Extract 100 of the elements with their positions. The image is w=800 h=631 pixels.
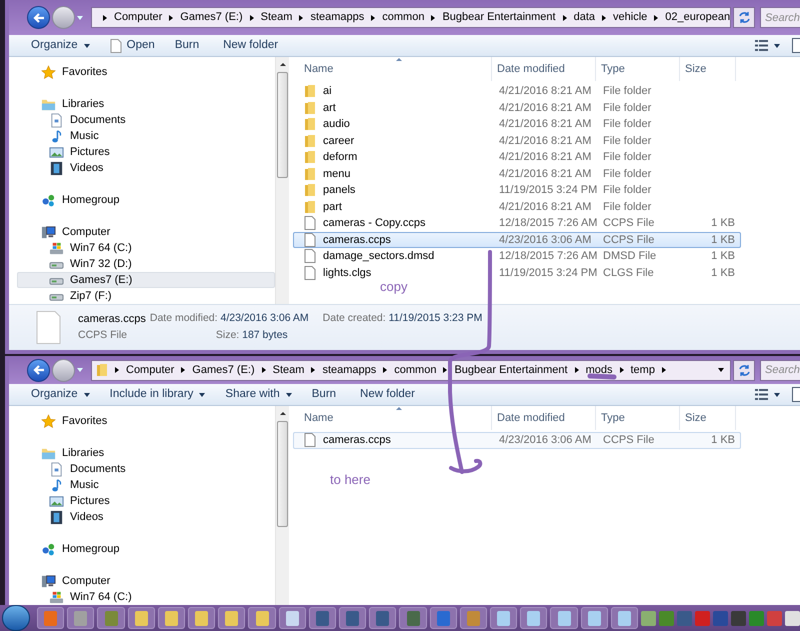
taskbar-app-button[interactable] xyxy=(248,607,276,629)
taskbar-app-button[interactable] xyxy=(128,607,155,629)
breadcrumb-item[interactable]: Computer xyxy=(114,9,162,26)
toolbar-button[interactable]: Burn xyxy=(306,384,342,404)
file-row[interactable]: damage_sectors.dmsd 12/18/2015 7:26 AM DMSD File 1 KB xyxy=(293,248,741,264)
breadcrumb-item[interactable]: common xyxy=(382,9,424,26)
breadcrumb-item[interactable]: vehicle xyxy=(613,9,648,26)
file-row[interactable]: cameras.ccps 4/23/2016 3:06 AM CCPS File 1 KB xyxy=(293,432,741,448)
file-row[interactable]: ai 4/21/2016 8:21 AM File folder xyxy=(293,83,741,100)
nav-item[interactable]: Games7 (E:) xyxy=(17,272,275,288)
taskbar-app-button[interactable] xyxy=(67,607,94,629)
file-row[interactable]: deform 4/21/2016 8:21 AM File folder xyxy=(293,149,741,166)
search-field[interactable]: Search xyxy=(760,7,800,28)
scrollbar-thumb[interactable] xyxy=(277,421,288,527)
taskbar-app-button[interactable] xyxy=(580,607,608,629)
nav-item[interactable]: Documents xyxy=(17,112,275,128)
nav-item[interactable]: Music xyxy=(17,477,275,493)
address-field[interactable]: Computer Games7 (E:) Steam steamapps common Bugbear Entertainment data vehicle 02_european xyxy=(91,7,731,28)
start-button[interactable] xyxy=(2,605,30,631)
toolbar-button[interactable]: New folder xyxy=(354,384,422,404)
nav-item[interactable]: Zip7 (F:) xyxy=(17,288,275,304)
taskbar-app-button[interactable] xyxy=(37,607,64,629)
file-row[interactable]: cameras.ccps 4/23/2016 3:06 AM CCPS File 1 KB xyxy=(293,232,741,248)
toolbar-menu-button[interactable]: Organize xyxy=(25,384,96,404)
breadcrumb-item[interactable]: Games7 (E:) xyxy=(180,9,243,26)
column-header[interactable]: Type xyxy=(596,406,680,430)
toolbar-button[interactable]: Burn xyxy=(168,36,206,56)
nav-item[interactable]: Pictures xyxy=(17,493,275,509)
scroll-up-arrow-icon[interactable] xyxy=(280,63,286,66)
file-row[interactable]: part 4/21/2016 8:21 AM File folder xyxy=(293,198,741,215)
nav-item[interactable]: Documents xyxy=(17,461,275,477)
scrollbar-thumb[interactable] xyxy=(277,72,288,178)
toolbar-menu-button[interactable]: Share with xyxy=(219,384,298,404)
column-header[interactable]: Size xyxy=(680,57,736,81)
taskbar-app-button[interactable] xyxy=(369,607,396,629)
nav-item[interactable]: Win7 32 (D:) xyxy=(17,256,275,272)
breadcrumb-item[interactable]: Steam xyxy=(260,9,292,26)
nav-item[interactable]: Libraries xyxy=(17,445,275,461)
tray-icon[interactable] xyxy=(731,610,746,626)
back-button[interactable] xyxy=(27,6,50,29)
scroll-up-arrow-icon[interactable] xyxy=(280,412,286,415)
breadcrumb-item[interactable]: data xyxy=(574,9,596,26)
taskbar-app-button[interactable] xyxy=(158,607,186,629)
nav-item[interactable]: Videos xyxy=(17,160,275,176)
nav-item[interactable]: Win7 64 (C:) xyxy=(17,240,275,256)
breadcrumb-item[interactable]: Bugbear Entertainment xyxy=(442,9,556,26)
refresh-button[interactable] xyxy=(733,360,755,380)
column-header[interactable]: Name xyxy=(290,406,492,430)
tray-icon[interactable] xyxy=(785,610,800,626)
file-row[interactable]: menu 4/21/2016 8:21 AM File folder xyxy=(293,166,741,182)
breadcrumb-item[interactable]: mods xyxy=(586,362,612,378)
taskbar-app-button[interactable] xyxy=(188,607,216,629)
breadcrumb-item[interactable]: 02_european xyxy=(665,9,730,26)
address-field[interactable]: Computer Games7 (E:) Steam steamapps common Bugbear Entertainment mods temp xyxy=(91,360,731,380)
nav-item[interactable]: Computer xyxy=(17,573,275,589)
toolbar-button[interactable]: New folder xyxy=(217,36,284,56)
column-header[interactable]: Date modified xyxy=(492,406,596,430)
tray-icon[interactable] xyxy=(641,610,656,626)
taskbar-app-button[interactable] xyxy=(308,607,336,629)
breadcrumb-item[interactable]: steamapps xyxy=(310,9,364,26)
nav-item[interactable]: Music xyxy=(17,128,275,144)
breadcrumb-item[interactable]: common xyxy=(394,362,436,378)
nav-item[interactable]: Videos xyxy=(17,509,275,525)
toolbar-menu-button[interactable]: Organize xyxy=(25,36,96,56)
column-header[interactable]: Type xyxy=(596,57,680,81)
nav-item[interactable]: Win7 64 (C:) xyxy=(17,589,275,605)
taskbar-app-button[interactable] xyxy=(520,607,548,629)
column-header[interactable]: Name xyxy=(290,57,492,81)
taskbar-app-button[interactable] xyxy=(610,607,638,629)
nav-item[interactable]: Favorites xyxy=(17,64,275,80)
refresh-button[interactable] xyxy=(733,7,755,28)
dropdown-caret-icon[interactable] xyxy=(718,368,724,372)
nav-item[interactable]: Computer xyxy=(17,224,275,240)
taskbar-app-button[interactable] xyxy=(550,607,578,629)
scrollbar[interactable] xyxy=(275,406,289,605)
taskbar-app-button[interactable] xyxy=(218,607,246,629)
nav-item[interactable]: Favorites xyxy=(17,413,275,429)
taskbar-app-button[interactable] xyxy=(430,607,457,629)
taskbar-app-button[interactable] xyxy=(399,607,427,629)
breadcrumb-item[interactable]: Steam xyxy=(272,362,304,378)
back-button[interactable] xyxy=(27,358,50,382)
breadcrumb-item[interactable]: Games7 (E:) xyxy=(192,362,255,378)
file-row[interactable]: lights.clgs 11/19/2015 3:24 PM CLGS File 1 KB xyxy=(293,264,741,281)
scrollbar[interactable] xyxy=(275,57,289,304)
view-options-button[interactable] xyxy=(755,389,780,400)
nav-item[interactable]: Homegroup xyxy=(17,541,275,557)
file-row[interactable]: audio 4/21/2016 8:21 AM File folder xyxy=(293,116,741,132)
breadcrumb-item[interactable]: temp xyxy=(630,362,655,378)
nav-item[interactable]: Pictures xyxy=(17,144,275,160)
toolbar-menu-button[interactable]: Include in library xyxy=(104,384,212,404)
nav-item[interactable]: Libraries xyxy=(17,96,275,112)
breadcrumb-item[interactable]: steamapps xyxy=(322,362,376,378)
nav-item[interactable]: Homegroup xyxy=(17,192,275,208)
column-header[interactable]: Date modified xyxy=(492,57,596,81)
taskbar-app-button[interactable] xyxy=(490,607,518,629)
file-row[interactable]: art 4/21/2016 8:21 AM File folder xyxy=(293,100,741,116)
file-row[interactable]: cameras - Copy.ccps 12/18/2015 7:26 AM CCPS File 1 KB xyxy=(293,215,741,232)
file-row[interactable]: career 4/21/2016 8:21 AM File folder xyxy=(293,132,741,149)
search-field[interactable]: Search xyxy=(760,360,800,380)
taskbar-app-button[interactable] xyxy=(460,607,488,629)
